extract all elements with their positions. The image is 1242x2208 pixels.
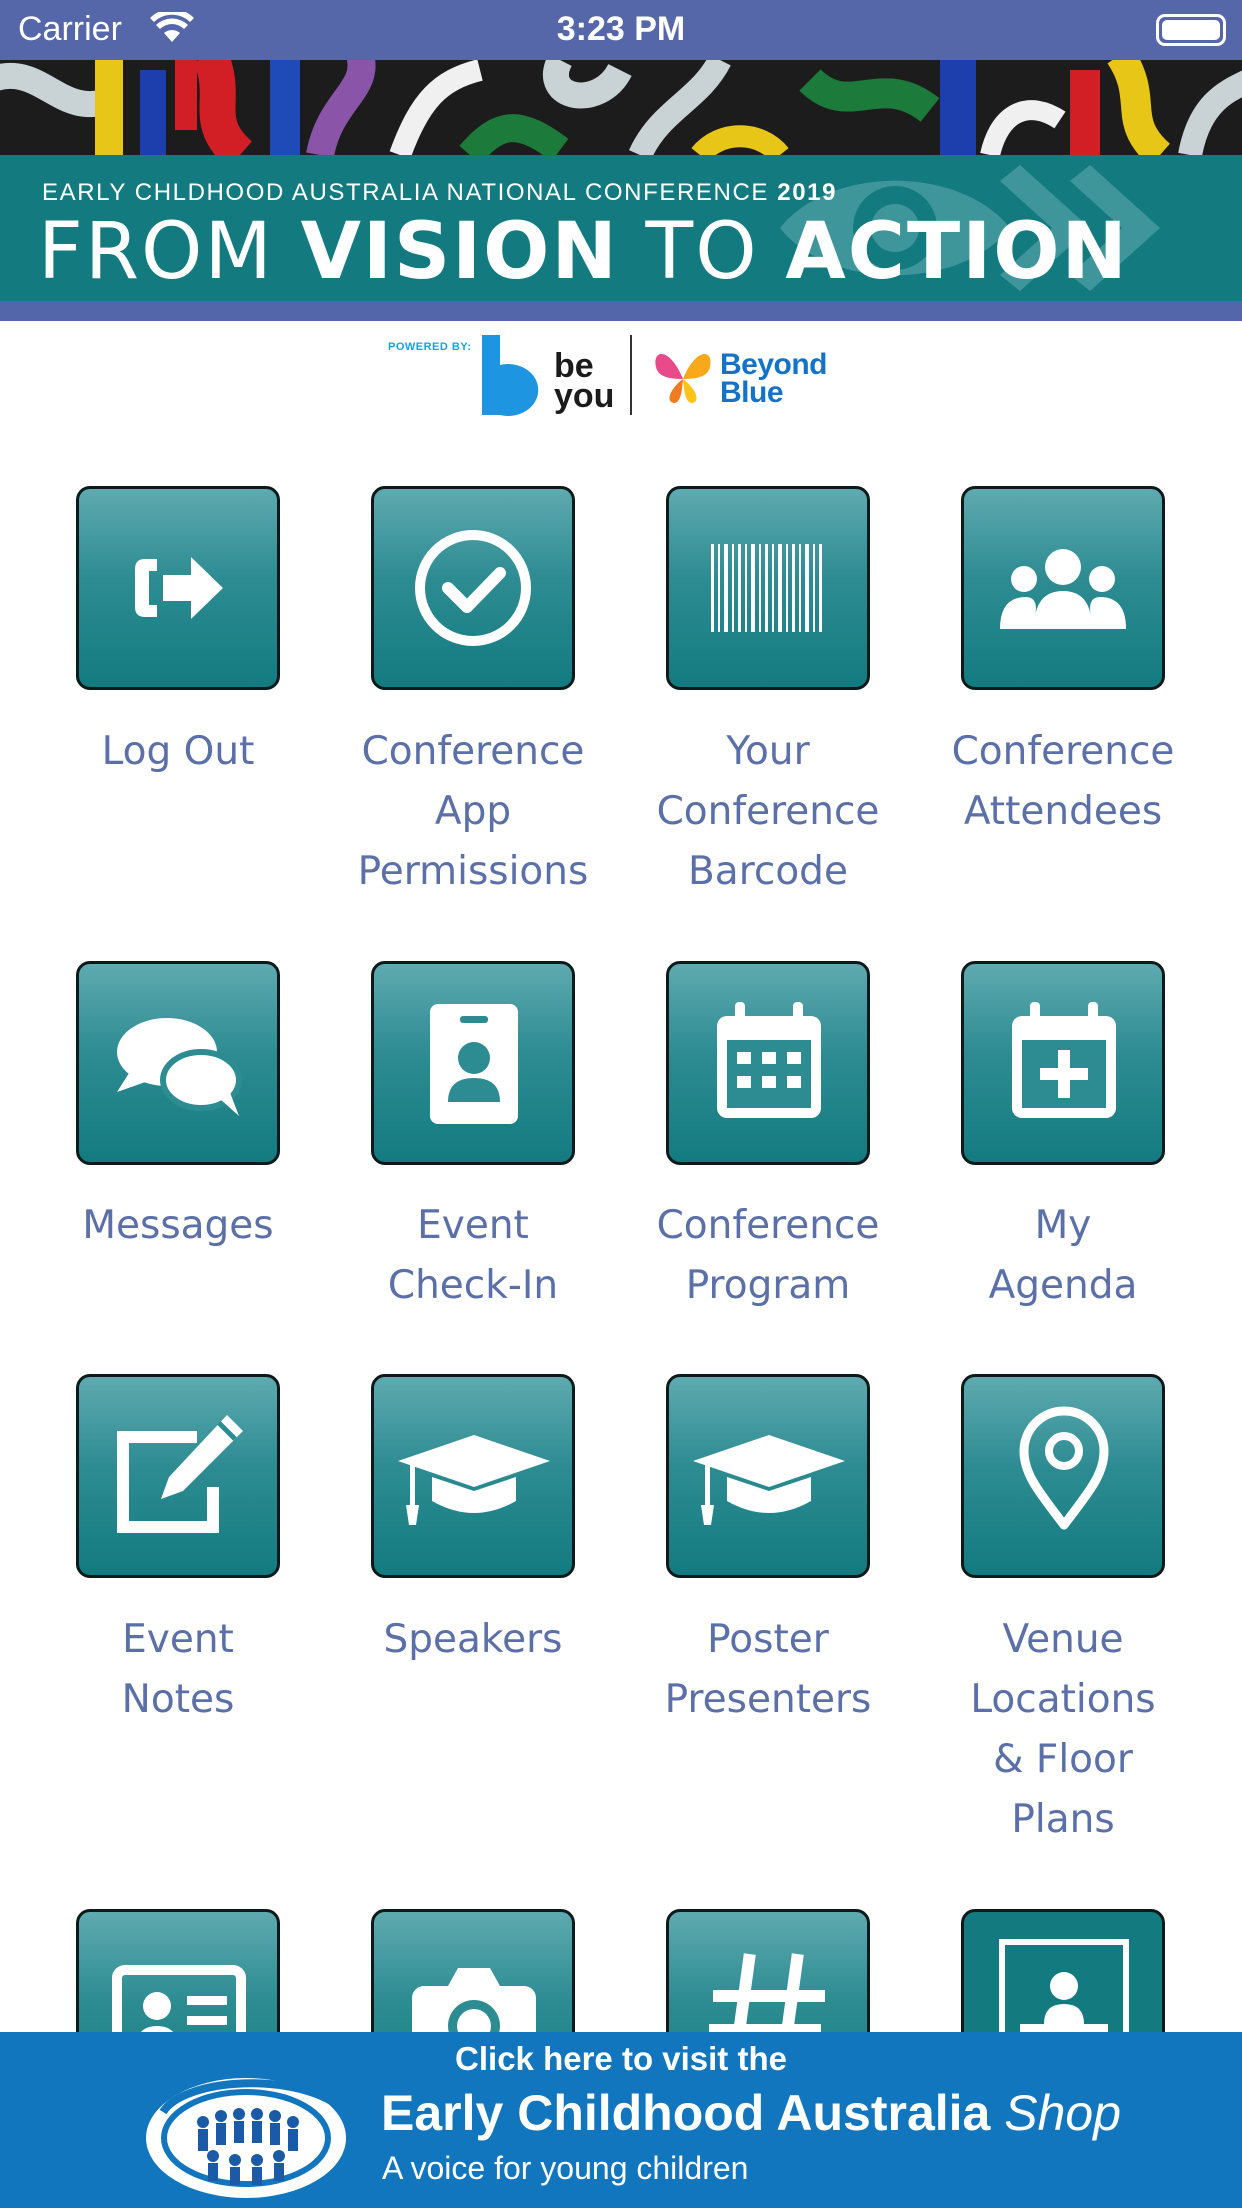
menu-label-line: Log Out: [101, 729, 255, 774]
menu-label-line: Barcode: [688, 849, 848, 894]
menu-label-line: Conference: [656, 789, 880, 834]
menu-label-line: Presenters: [664, 1677, 872, 1722]
menu-label-event-check-in[interactable]: Event Check-In: [333, 1196, 613, 1316]
menu-label-line: Conference: [361, 729, 585, 774]
menu-tile-messages[interactable]: [76, 961, 280, 1165]
banner-subtitle: EARLY CHLDHOOD AUSTRALIA NATIONAL CONFER…: [42, 179, 838, 206]
menu-tile-speakers[interactable]: [371, 1374, 575, 1578]
calendar-icon: [717, 1002, 821, 1118]
menu-tile-conference-program[interactable]: [666, 961, 870, 1165]
shop-banner[interactable]: Click here to visit the Early Childhood …: [0, 2032, 1242, 2208]
banner-headline: FROM VISION TO ACTION: [38, 207, 1129, 297]
menu-tile-venue-locations-floor-plans[interactable]: [961, 1374, 1165, 1578]
clock: 3:23 PM: [556, 10, 686, 48]
menu-label-line: Venue: [1002, 1617, 1124, 1662]
menu-label-line: Poster: [707, 1617, 829, 1662]
logout-icon: [135, 557, 223, 619]
menu-tile-conference-attendees[interactable]: [961, 486, 1165, 690]
shop-banner-title: Early Childhood Australia Shop: [381, 2085, 1122, 2141]
menu-label-line: Event: [122, 1617, 234, 1662]
menu-label-line: Plans: [1011, 1797, 1115, 1842]
barcode-icon: [711, 544, 822, 632]
graduation-cap-icon: [693, 1435, 845, 1525]
logo-divider: [630, 335, 632, 415]
menu-label-event-notes[interactable]: Event Notes: [38, 1610, 318, 1730]
butterfly-icon: [655, 354, 711, 403]
menu-label-my-agenda[interactable]: My Agenda: [923, 1196, 1203, 1316]
menu-label-line: My: [1034, 1203, 1092, 1248]
menu-label-line: Agenda: [988, 1263, 1138, 1308]
menu-label-line: Check-In: [387, 1263, 559, 1308]
menu-tile-poster-presenters[interactable]: [666, 1374, 870, 1578]
graduation-cap-icon: [398, 1435, 550, 1525]
menu-label-speakers[interactable]: Speakers: [333, 1610, 613, 1670]
menu-label-venue-locations-floor-plans[interactable]: Venue Locations & Floor Plans: [923, 1610, 1203, 1850]
menu-tile-your-conference-barcode[interactable]: [666, 486, 870, 690]
menu-label-poster-presenters[interactable]: Poster Presenters: [628, 1610, 908, 1730]
shop-banner-cta: Click here to visit the: [455, 2040, 787, 2077]
abstract-artwork: [0, 60, 1242, 155]
banner-title-band: EARLY CHLDHOOD AUSTRALIA NATIONAL CONFER…: [0, 155, 1242, 301]
battery-icon: [1156, 14, 1226, 46]
menu-label-line: Event: [417, 1203, 529, 1248]
sponsor-logos: POWERED BY: be you Beyond Blue: [0, 321, 1242, 421]
conference-banner: EARLY CHLDHOOD AUSTRALIA NATIONAL CONFER…: [0, 60, 1242, 321]
menu-label-line: Conference: [656, 1203, 880, 1248]
menu-label-line: Your: [726, 729, 810, 774]
map-pin-icon: [1019, 1406, 1109, 1530]
menu-label-line: Conference: [951, 729, 1175, 774]
menu-label-line: App: [434, 789, 512, 834]
banner-stripe: [0, 301, 1242, 321]
menu-label-conference-app-permissions[interactable]: Conference App Permissions: [333, 722, 613, 902]
menu-tile-event-check-in[interactable]: [371, 961, 575, 1165]
beyondblue-logo-text: Beyond Blue: [720, 348, 828, 409]
id-badge-icon: [430, 1004, 518, 1124]
edit-note-icon: [117, 1415, 243, 1533]
menu-label-conference-program[interactable]: Conference Program: [628, 1196, 908, 1316]
beyou-logo-text: be you: [554, 347, 615, 415]
menu-tile-my-agenda[interactable]: [961, 961, 1165, 1165]
menu-label-line: Attendees: [963, 789, 1163, 834]
eca-logo: [146, 2078, 346, 2198]
menu-label-line: Program: [685, 1263, 851, 1308]
powered-by-label: POWERED BY:: [388, 341, 472, 353]
menu-label-your-conference-barcode[interactable]: Your Conference Barcode: [628, 722, 908, 902]
menu-label-conference-attendees[interactable]: Conference Attendees: [923, 722, 1203, 842]
menu-label-messages[interactable]: Messages: [38, 1196, 318, 1256]
menu-tile-event-notes[interactable]: [76, 1374, 280, 1578]
beyou-logo-mark: [482, 335, 539, 416]
menu-tile-log-out[interactable]: [76, 486, 280, 690]
menu-label-line: Locations: [970, 1677, 1156, 1722]
menu-label-log-out[interactable]: Log Out: [38, 722, 318, 782]
menu-label-line: & Floor: [993, 1737, 1133, 1782]
menu-label-line: Permissions: [357, 849, 589, 894]
users-icon: [1000, 549, 1126, 629]
calendar-plus-icon: [1012, 1002, 1116, 1118]
shop-banner-tagline: A voice for young children: [382, 2150, 749, 2186]
menu-label-line: Messages: [82, 1203, 274, 1248]
menu-tile-conference-app-permissions[interactable]: [371, 486, 575, 690]
check-circle-icon: [415, 530, 531, 646]
chat-bubbles-icon: [117, 1018, 242, 1116]
menu-label-line: Speakers: [383, 1617, 563, 1662]
status-bar: Carrier 3:23 PM: [0, 0, 1242, 60]
menu-label-line: Notes: [121, 1677, 235, 1722]
